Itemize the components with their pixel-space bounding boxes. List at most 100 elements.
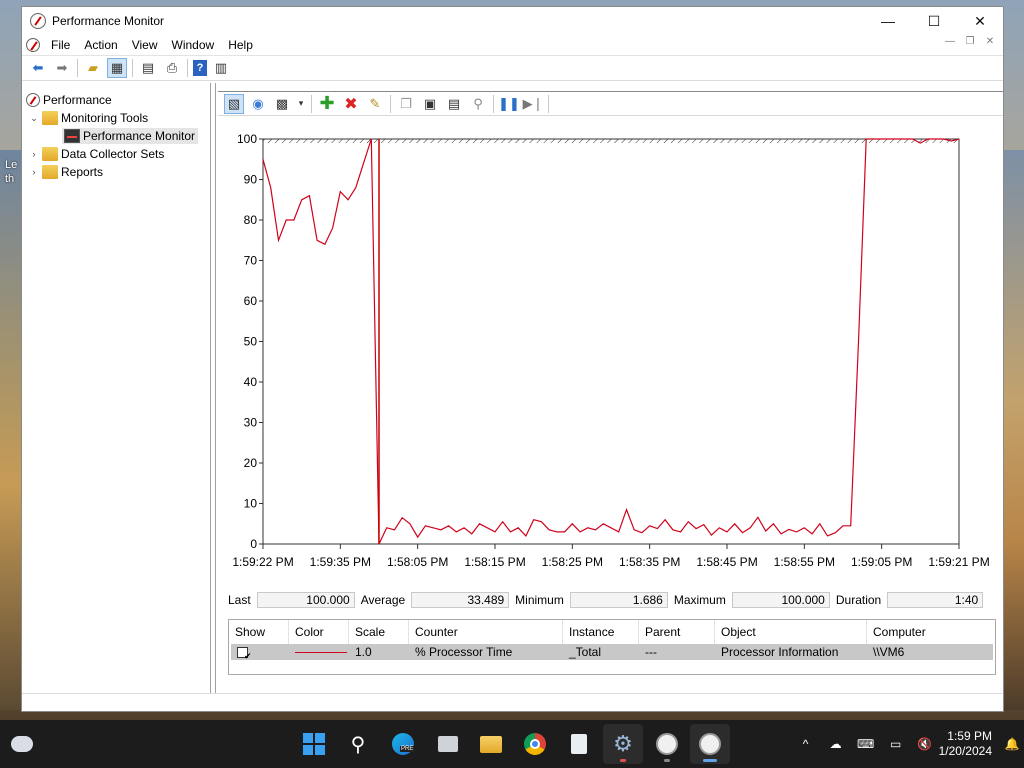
legend-scale: 1.0 bbox=[355, 645, 372, 659]
properties-icon[interactable]: ▤ bbox=[444, 94, 464, 114]
properties-pane-icon[interactable]: ▥ bbox=[211, 58, 231, 78]
freeze-display-icon[interactable]: ❚❚ bbox=[498, 94, 520, 114]
perfmon-taskbar-icon[interactable] bbox=[647, 724, 687, 764]
show-checkbox[interactable]: ✔ bbox=[237, 646, 252, 661]
maximize-button[interactable]: ☐ bbox=[911, 7, 957, 35]
perfmon-active-icon[interactable] bbox=[690, 724, 730, 764]
performance-icon bbox=[26, 93, 40, 107]
col-show[interactable]: Show bbox=[229, 620, 289, 644]
menu-help[interactable]: Help bbox=[221, 38, 260, 52]
tree-item-data-collector-sets[interactable]: › Data Collector Sets bbox=[22, 145, 210, 163]
plot-area bbox=[262, 138, 960, 545]
toolbar-separator bbox=[493, 94, 494, 113]
help-icon[interactable]: ? bbox=[193, 60, 207, 76]
keyboard-icon[interactable]: ⌨ bbox=[851, 737, 881, 751]
update-data-icon[interactable]: ▶❘ bbox=[523, 94, 544, 114]
tree-item-reports[interactable]: › Reports bbox=[22, 163, 210, 181]
tree-item-performance-monitor[interactable]: Performance Monitor bbox=[22, 127, 210, 145]
menu-action[interactable]: Action bbox=[77, 38, 124, 52]
series-color-swatch bbox=[295, 651, 347, 653]
x-tick-label: 1:59:35 PM bbox=[310, 555, 371, 569]
menu-window[interactable]: Window bbox=[165, 38, 222, 52]
back-arrow-icon[interactable]: ⬅ bbox=[28, 58, 48, 78]
chevron-up-icon[interactable]: ^ bbox=[791, 737, 821, 751]
counter-legend: Show Color Scale Counter Instance Parent… bbox=[228, 619, 996, 675]
menu-view[interactable]: View bbox=[125, 38, 165, 52]
expand-icon[interactable]: › bbox=[28, 167, 40, 177]
expand-icon[interactable]: › bbox=[28, 149, 40, 159]
paste-counter-list-icon[interactable]: ▣ bbox=[420, 94, 440, 114]
perfmon-content: ▧ ◉ ▩ ▾ ✚ ✖ ✎ ❐ ▣ ▤ ⚲ ❚❚ ▶❘ 0 10 20 30 40 50 6… bbox=[215, 83, 1003, 693]
minimum-value: 1.686 bbox=[569, 592, 668, 608]
legend-counter: % Processor Time bbox=[415, 645, 513, 659]
search-icon[interactable]: ⚲ bbox=[338, 724, 378, 764]
edge-browser-icon[interactable]: PRE bbox=[383, 724, 423, 764]
legend-row[interactable]: ✔ 1.0 % Processor Time _Total --- Proces… bbox=[231, 644, 993, 661]
system-menu-icon[interactable] bbox=[26, 38, 40, 52]
legend-parent: --- bbox=[645, 645, 657, 659]
y-tick-label: 100 bbox=[237, 132, 257, 146]
col-scale[interactable]: Scale bbox=[349, 620, 409, 644]
minimize-button[interactable]: — bbox=[865, 7, 911, 35]
close-button[interactable]: ✕ bbox=[957, 7, 1003, 35]
tree-item-monitoring-tools[interactable]: ⌄ Monitoring Tools bbox=[22, 109, 210, 127]
export-list-icon[interactable]: ▤ bbox=[138, 58, 158, 78]
performance-graph[interactable]: 0 10 20 30 40 50 60 70 80 90 100 1:59:22 PM 1:59:35 … bbox=[216, 131, 1006, 583]
notepad-icon[interactable] bbox=[559, 724, 599, 764]
desktop-right bbox=[1004, 150, 1024, 710]
highlight-icon[interactable]: ✎ bbox=[365, 94, 385, 114]
clock[interactable]: 1:59 PM 1/20/2024 bbox=[939, 729, 992, 759]
add-counter-icon[interactable]: ✚ bbox=[317, 93, 337, 114]
duration-value: 1:40 bbox=[887, 592, 984, 608]
hatch-band bbox=[263, 139, 959, 143]
col-object[interactable]: Object bbox=[715, 620, 867, 644]
menu-file[interactable]: File bbox=[44, 38, 77, 52]
chrome-icon[interactable] bbox=[515, 724, 555, 764]
folder-icon bbox=[42, 147, 58, 161]
file-explorer-icon[interactable] bbox=[471, 724, 511, 764]
toolbar-separator bbox=[390, 94, 391, 113]
y-tick-label: 60 bbox=[244, 294, 258, 308]
copy-properties-icon[interactable]: ❐ bbox=[396, 94, 416, 114]
task-view-icon[interactable] bbox=[428, 724, 468, 764]
perfmon-window: Performance Monitor — ☐ ✕ File Action Vi… bbox=[21, 6, 1004, 712]
up-folder-icon[interactable]: ▰ bbox=[83, 58, 103, 78]
x-tick-label: 1:58:25 PM bbox=[542, 555, 603, 569]
volume-muted-icon[interactable]: 🔇 bbox=[911, 737, 939, 751]
dropdown-arrow-icon[interactable]: ▾ bbox=[296, 94, 306, 114]
col-color[interactable]: Color bbox=[289, 620, 349, 644]
toolbar-separator bbox=[77, 59, 78, 77]
notification-bell-icon[interactable]: 🔔 bbox=[1000, 737, 1024, 751]
graph-toolbar: ▧ ◉ ▩ ▾ ✚ ✖ ✎ ❐ ▣ ▤ ⚲ ❚❚ ▶❘ bbox=[218, 91, 1003, 116]
view-log-data-icon[interactable]: ◉ bbox=[248, 94, 268, 114]
y-tick-label: 0 bbox=[250, 537, 257, 551]
settings-icon[interactable]: ⚙ bbox=[603, 724, 643, 764]
show-hide-tree-icon[interactable]: ▦ bbox=[107, 58, 127, 78]
view-current-activity-icon[interactable]: ▧ bbox=[224, 93, 244, 114]
average-label: Average bbox=[360, 593, 406, 607]
forward-arrow-icon[interactable]: ➡ bbox=[52, 58, 72, 78]
zoom-icon[interactable]: ⚲ bbox=[468, 94, 488, 114]
pre-badge: PRE bbox=[400, 746, 415, 752]
mdi-restore-icon[interactable]: ❐ bbox=[963, 36, 977, 47]
tree-item-performance[interactable]: Performance bbox=[22, 91, 210, 109]
display-icon[interactable]: ▭ bbox=[881, 737, 911, 751]
mdi-close-icon[interactable]: ✕ bbox=[983, 36, 997, 47]
start-button[interactable] bbox=[294, 724, 334, 764]
col-instance[interactable]: Instance bbox=[563, 620, 639, 644]
delete-counter-icon[interactable]: ✖ bbox=[341, 94, 361, 114]
col-counter[interactable]: Counter bbox=[409, 620, 563, 644]
y-tick-label: 70 bbox=[244, 254, 258, 268]
col-computer[interactable]: Computer bbox=[867, 620, 993, 644]
title-bar: Performance Monitor — ☐ ✕ bbox=[22, 7, 1003, 35]
network-offline-icon[interactable]: ☁ bbox=[821, 737, 851, 751]
col-parent[interactable]: Parent bbox=[639, 620, 715, 644]
weather-icon[interactable] bbox=[2, 724, 42, 764]
system-tray: ^ ☁ ⌨ ▭ 🔇 1:59 PM 1/20/2024 🔔 bbox=[791, 720, 1024, 768]
mdi-minimize-icon[interactable]: — bbox=[943, 36, 957, 47]
y-tick-label: 10 bbox=[244, 497, 258, 511]
maximum-label: Maximum bbox=[673, 593, 726, 607]
change-graph-type-icon[interactable]: ▩ bbox=[272, 94, 292, 114]
print-icon[interactable]: ⎙ bbox=[162, 58, 182, 78]
collapse-icon[interactable]: ⌄ bbox=[28, 113, 40, 124]
